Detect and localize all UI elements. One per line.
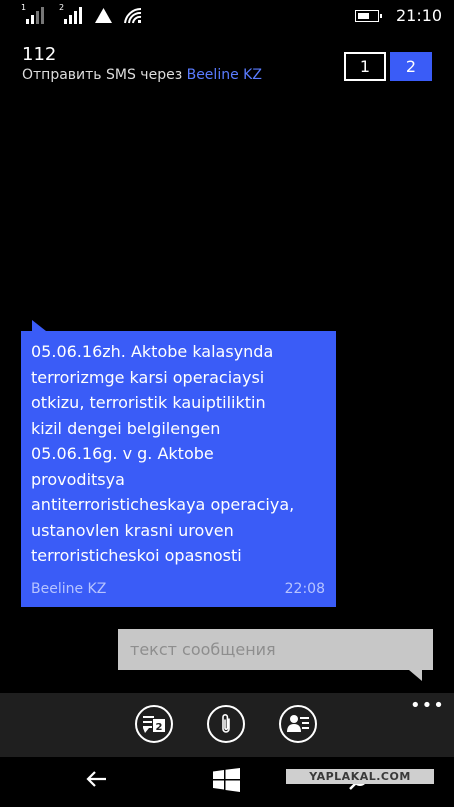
message-line: terrorizmge karsi operaciaysi: [31, 367, 265, 387]
message-bubble[interactable]: 05.06.16zh. Aktobe kalasynda terrorizmge…: [21, 331, 336, 607]
message-line: kizil dengei belgilengen: [31, 418, 221, 438]
paperclip-icon: [222, 714, 230, 733]
send-via-label: Отправить SMS через: [22, 67, 183, 83]
signal-strength-sim1-icon: 1: [21, 3, 44, 24]
status-bar: 1 2 21:10: [0, 0, 454, 32]
sim-1-toggle[interactable]: 1: [344, 52, 386, 81]
switch-sim-button[interactable]: 2: [135, 705, 173, 743]
message-line: 05.06.16g. v g. Aktobe: [31, 444, 214, 463]
network-triangle-icon: [95, 8, 112, 23]
sim2-indicator-label: 2: [59, 3, 65, 12]
message-line: otkizu, terroristik kauiptiliktin: [31, 393, 266, 412]
message-input[interactable]: [128, 639, 423, 660]
message-line: 05.06.16zh. Aktobe kalasynda: [31, 342, 274, 361]
send-via-line: Отправить SMS через Beeline KZ: [22, 67, 262, 83]
status-clock: 21:10: [396, 6, 443, 25]
message-bubble-tail: [32, 320, 46, 331]
attach-button[interactable]: [207, 705, 245, 743]
watermark-logo: YAPLAKAL.COM: [286, 769, 434, 784]
battery-level-fill: [358, 13, 369, 19]
message-sender: Beeline KZ: [31, 581, 107, 597]
contact-number: 112: [22, 44, 57, 65]
message-line: provoditsya: [31, 469, 125, 489]
sim-2-toggle[interactable]: 2: [390, 52, 432, 81]
sim1-indicator-label: 1: [21, 3, 27, 12]
compose-bubble-tail: [409, 670, 422, 681]
wifi-icon: [124, 7, 142, 24]
sim-button-badge: 2: [156, 722, 163, 733]
message-line: ustanovlen krasni uroven: [31, 520, 234, 540]
more-options-icon[interactable]: •••: [410, 697, 445, 715]
contact-card-icon: [287, 715, 309, 732]
message-text: 05.06.16zh. Aktobe kalasynda terrorizmge…: [31, 339, 331, 569]
compose-box[interactable]: [118, 629, 433, 670]
windows-start-icon[interactable]: [213, 768, 240, 792]
back-arrow-icon[interactable]: [86, 770, 108, 788]
contact-card-button[interactable]: [279, 705, 317, 743]
message-time: 22:08: [284, 581, 325, 597]
signal-strength-sim2-icon: 2: [59, 3, 82, 24]
sim-switch-icon: 2: [143, 716, 165, 733]
carrier-link[interactable]: Beeline KZ: [187, 67, 262, 83]
message-line: terroristicheskoi opasnosti: [31, 546, 242, 565]
message-line: antiterroristicheskaya operaciya,: [31, 495, 295, 514]
battery-icon: [355, 10, 382, 22]
